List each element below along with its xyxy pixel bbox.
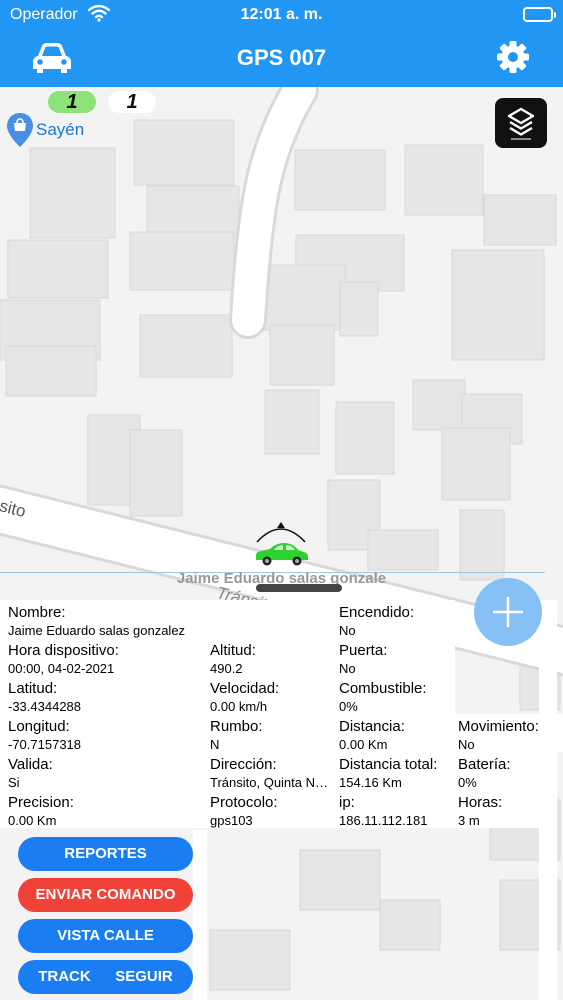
drag-handle[interactable] xyxy=(256,584,342,592)
info-label: Protocolo: xyxy=(210,794,278,811)
info-value: 0.00 km/h xyxy=(210,699,268,714)
info-value: No xyxy=(339,661,356,676)
info-label: Puerta: xyxy=(339,642,388,659)
info-value: -33.4344288 xyxy=(8,699,82,714)
info-distancia: Distancia: 0.00 Km xyxy=(339,717,457,753)
info-label: Valida: xyxy=(8,756,53,773)
battery-icon xyxy=(523,7,556,22)
track-seguir-group: TRACK SEGUIR xyxy=(18,960,193,994)
info-label: Batería: xyxy=(458,756,511,773)
route-chip[interactable]: 1 xyxy=(48,91,96,113)
info-value: 0% xyxy=(458,775,477,790)
page-title: GPS 007 xyxy=(236,45,327,70)
info-value: 490.2 xyxy=(210,661,243,676)
vehicle-marker[interactable] xyxy=(252,522,312,572)
info-label: Longitud: xyxy=(8,718,70,735)
info-horas: Horas: 3 m xyxy=(458,793,553,829)
nav-bar: GPS 007 xyxy=(0,30,563,87)
info-value: gps103 xyxy=(210,813,253,828)
info-longitud: Longitud: -70.7157318 xyxy=(8,717,208,753)
info-label: Distancia total: xyxy=(339,756,438,773)
shopping-pin-icon xyxy=(6,112,34,153)
info-label: Dirección: xyxy=(210,756,277,773)
info-value: -70.7157318 xyxy=(8,737,82,752)
info-label: Latitud: xyxy=(8,680,58,697)
info-ip: ip: 186.11.112.181 xyxy=(339,793,457,829)
status-bar: Operador 12:01 a. m. xyxy=(0,0,563,30)
info-latitud: Latitud: -33.4344288 xyxy=(8,679,208,715)
layers-icon xyxy=(507,107,535,140)
info-label: Hora dispositivo: xyxy=(8,642,119,659)
info-puerta: Puerta: No xyxy=(339,641,457,677)
info-value: 0% xyxy=(339,699,358,714)
route-chip[interactable]: 1 xyxy=(108,91,156,113)
poi-marker[interactable]: Sayén xyxy=(6,112,106,148)
info-rumbo: Rumbo: N xyxy=(210,717,328,753)
info-value: 0.00 Km xyxy=(8,813,57,828)
info-precision: Precision: 0.00 Km xyxy=(8,793,208,829)
info-label: Rumbo: xyxy=(210,718,263,735)
info-value: Jaime Eduardo salas gonzalez xyxy=(8,623,186,638)
vehicle-info-panel: Nombre: Jaime Eduardo salas gonzalez Enc… xyxy=(0,600,563,830)
info-label: Altitud: xyxy=(210,642,256,659)
info-label: ip: xyxy=(339,794,355,811)
info-label: Combustible: xyxy=(339,680,427,697)
info-label: Encendido: xyxy=(339,604,415,621)
car-icon xyxy=(256,543,308,566)
info-combustible: Combustible: 0% xyxy=(339,679,457,715)
info-bateria: Batería: 0% xyxy=(458,755,553,791)
layers-button[interactable] xyxy=(495,98,547,148)
info-protocolo: Protocolo: gps103 xyxy=(210,793,328,829)
info-movimiento: Movimiento: No xyxy=(458,717,558,753)
info-label: Movimiento: xyxy=(458,718,539,735)
info-value: N xyxy=(210,737,220,752)
seguir-button[interactable]: SEGUIR xyxy=(115,960,173,994)
info-value: 0.00 Km xyxy=(339,737,388,752)
info-value: 186.11.112.181 xyxy=(339,813,428,828)
info-hora: Hora dispositivo: 00:00, 04-02-2021 xyxy=(8,641,208,677)
info-value: 00:00, 04-02-2021 xyxy=(8,661,115,676)
info-label: Precision: xyxy=(8,794,74,811)
enviar-comando-button[interactable]: ENVIAR COMANDO xyxy=(18,878,193,912)
info-value: Si xyxy=(8,775,20,790)
reportes-button[interactable]: REPORTES xyxy=(18,837,193,871)
info-label: Distancia: xyxy=(339,718,405,735)
info-altitud: Altitud: 490.2 xyxy=(210,641,328,677)
poi-label: Sayén xyxy=(36,120,85,139)
info-value: No xyxy=(339,623,356,638)
info-value: Tránsito, Quinta Normal, Región Metropol… xyxy=(210,775,330,790)
gear-icon[interactable] xyxy=(496,40,530,74)
info-label: Velocidad: xyxy=(210,680,280,697)
info-encendido: Encendido: No xyxy=(339,603,457,639)
info-velocidad: Velocidad: 0.00 km/h xyxy=(210,679,328,715)
info-label: Nombre: xyxy=(8,604,66,621)
info-direccion: Dirección: Tránsito, Quinta Normal, Regi… xyxy=(210,755,330,791)
status-time: 12:01 a. m. xyxy=(240,6,323,23)
info-distancia-total: Distancia total: 154.16 Km xyxy=(339,755,457,791)
info-label: Horas: xyxy=(458,794,503,811)
vista-calle-button[interactable]: VISTA CALLE xyxy=(18,919,193,953)
info-value: 154.16 Km xyxy=(339,775,402,790)
info-value: No xyxy=(458,737,475,752)
info-valida: Valida: Si xyxy=(8,755,208,791)
info-value: 3 m xyxy=(458,813,480,828)
info-nombre: Nombre: Jaime Eduardo salas gonzalez xyxy=(8,603,208,639)
track-button[interactable]: TRACK xyxy=(38,960,91,994)
